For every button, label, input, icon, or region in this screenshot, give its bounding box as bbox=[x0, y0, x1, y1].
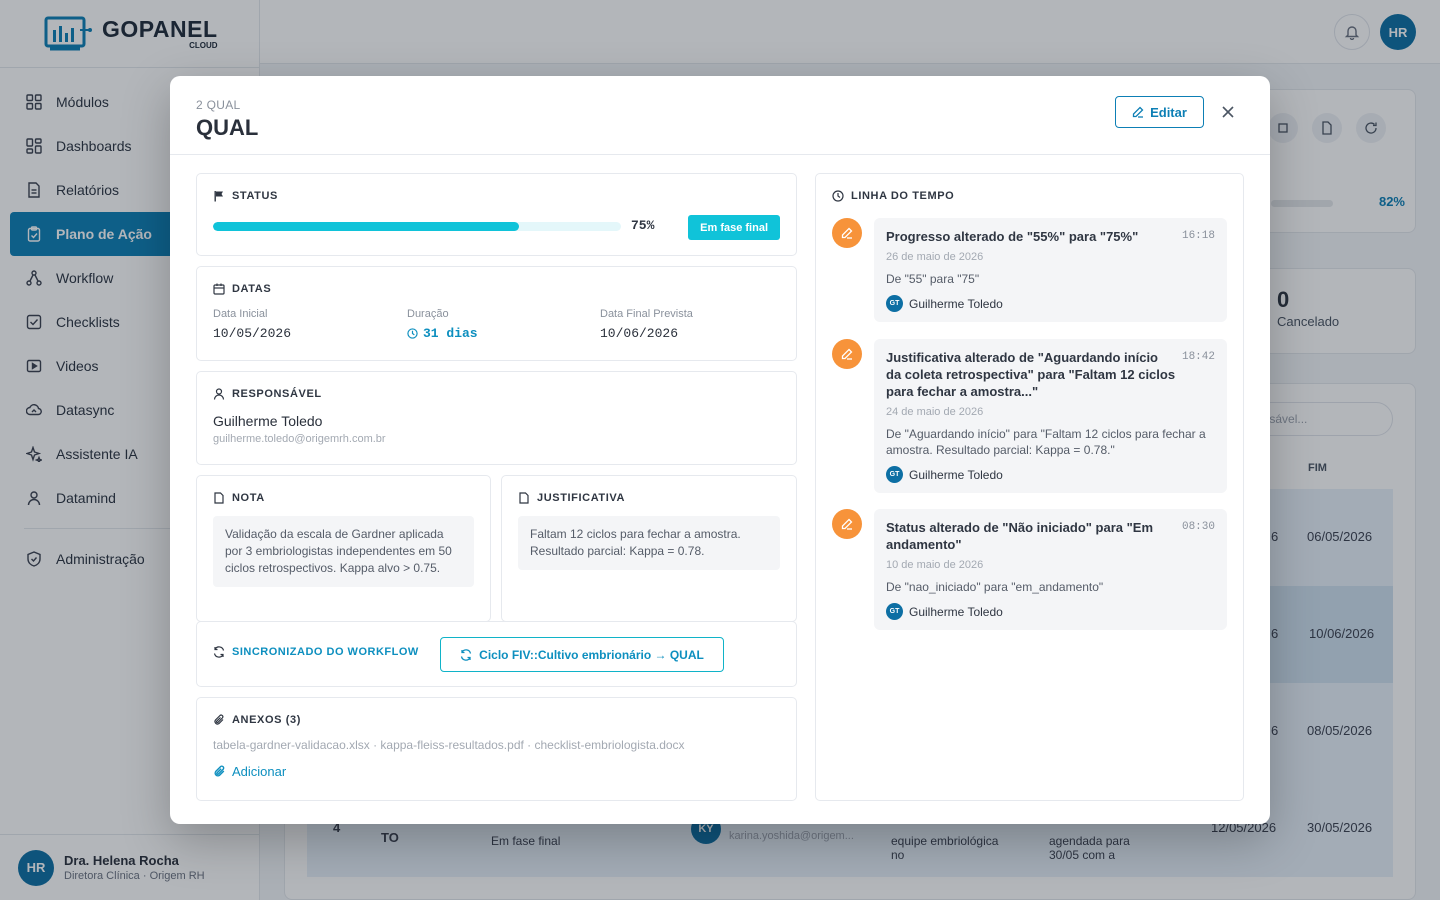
timeline-user: GT Guilherme Toledo bbox=[886, 603, 1215, 620]
responsible-email: guilherme.toledo@origemrh.com.br bbox=[213, 433, 386, 445]
close-button[interactable] bbox=[1218, 102, 1238, 122]
timeline-date: 24 de maio de 2026 bbox=[886, 406, 984, 418]
status-badge: Em fase final bbox=[688, 215, 780, 240]
timeline-entry-box: Progresso alterado de "55%" para "75%" 1… bbox=[874, 218, 1227, 322]
add-attachment-link[interactable]: Adicionar bbox=[213, 764, 780, 779]
responsible-name: Guilherme Toledo bbox=[213, 413, 323, 429]
timeline-label: LINHA DO TEMPO bbox=[851, 190, 955, 202]
timeline-entry-box: Justificativa alterado de "Aguardando in… bbox=[874, 339, 1227, 493]
modal-title: QUAL bbox=[196, 115, 259, 140]
pencil-icon bbox=[1132, 106, 1144, 118]
attachments-heading: ANEXOS (3) bbox=[213, 714, 780, 726]
status-progress-pct: 75% bbox=[631, 218, 655, 233]
paperclip-icon bbox=[214, 765, 225, 777]
note-heading: NOTA bbox=[213, 492, 474, 504]
edit-label: Editar bbox=[1150, 104, 1187, 120]
status-progress-bar bbox=[213, 222, 621, 231]
calendar-icon bbox=[213, 283, 225, 295]
clock-icon bbox=[407, 328, 418, 339]
duration-text: 31 dias bbox=[423, 326, 478, 341]
edit-event-icon bbox=[832, 509, 862, 539]
duration-label: Duração bbox=[407, 308, 449, 320]
timeline-heading: LINHA DO TEMPO bbox=[832, 190, 954, 202]
timeline-user-name: Guilherme Toledo bbox=[909, 604, 1003, 619]
attachments-list[interactable]: tabela-gardner-validacao.xlsx · kappa-fl… bbox=[213, 738, 780, 752]
timeline-desc: De "55" para "75" bbox=[886, 272, 980, 286]
dates-heading: DATAS bbox=[213, 283, 271, 295]
action-detail-modal: 2 QUAL QUAL Editar STATUS 75% Em fase fi… bbox=[170, 76, 1270, 824]
timeline-title: Justificativa alterado de "Aguardando in… bbox=[886, 350, 1176, 399]
add-attachment-label: Adicionar bbox=[232, 764, 287, 779]
note-card: NOTA Validação da escala de Gardner apli… bbox=[196, 475, 491, 622]
sync-label: SINCRONIZADO DO WORKFLOW bbox=[232, 646, 419, 658]
timeline-desc: De "Aguardando início" para "Faltam 12 c… bbox=[886, 427, 1206, 457]
justification-label: JUSTIFICATIVA bbox=[537, 492, 626, 504]
timeline-user-name: Guilherme Toledo bbox=[909, 296, 1003, 311]
responsible-label: RESPONSÁVEL bbox=[232, 388, 322, 400]
status-card: STATUS 75% Em fase final bbox=[196, 173, 797, 256]
timeline-entry-box: Status alterado de "Não iniciado" para "… bbox=[874, 509, 1227, 630]
timeline-date: 10 de maio de 2026 bbox=[886, 559, 984, 571]
sync-icon bbox=[461, 648, 472, 661]
justification-heading: JUSTIFICATIVA bbox=[518, 492, 780, 504]
user-icon bbox=[213, 388, 225, 400]
responsible-card: RESPONSÁVEL Guilherme Toledo guilherme.t… bbox=[196, 371, 797, 465]
dates-label: DATAS bbox=[232, 283, 272, 295]
start-date-value: 10/05/2026 bbox=[213, 326, 292, 341]
workflow-link-label: Ciclo FIV::Cultivo embrionário → QUAL bbox=[479, 647, 704, 662]
paperclip-icon bbox=[214, 714, 224, 725]
attachments-label: ANEXOS (3) bbox=[232, 714, 301, 726]
flag-icon bbox=[214, 191, 223, 202]
timeline-title: Progresso alterado de "55%" para "75%" bbox=[886, 229, 1139, 244]
responsible-heading: RESPONSÁVEL bbox=[213, 388, 780, 400]
workflow-link-button[interactable]: Ciclo FIV::Cultivo embrionário → QUAL bbox=[440, 637, 724, 672]
timeline-user: GT Guilherme Toledo bbox=[886, 295, 1215, 312]
end-date: Data Final Prevista 10/06/2026 bbox=[600, 308, 693, 341]
status-progress-fill bbox=[213, 222, 519, 231]
document-icon bbox=[519, 492, 529, 504]
timeline-date: 26 de maio de 2026 bbox=[886, 251, 984, 263]
close-icon bbox=[1222, 106, 1234, 118]
attachments-card: ANEXOS (3) tabela-gardner-validacao.xlsx… bbox=[196, 697, 797, 801]
note-label: NOTA bbox=[232, 492, 265, 504]
timeline-card: LINHA DO TEMPO Progresso alterado de "55… bbox=[815, 173, 1244, 801]
clock-icon bbox=[832, 190, 844, 202]
edit-event-icon bbox=[832, 218, 862, 248]
edit-event-icon bbox=[832, 339, 862, 369]
timeline-time: 18:42 bbox=[1181, 351, 1215, 363]
sync-icon bbox=[213, 646, 225, 658]
sync-heading: SINCRONIZADO DO WORKFLOW bbox=[213, 646, 419, 658]
justification-card: JUSTIFICATIVA Faltam 12 ciclos para fech… bbox=[501, 475, 797, 622]
status-label: STATUS bbox=[232, 190, 278, 202]
user-avatar: GT bbox=[886, 603, 903, 620]
start-date-label: Data Inicial bbox=[213, 308, 268, 320]
timeline-desc: De "nao_iniciado" para "em_andamento" bbox=[886, 580, 1104, 594]
dates-card: DATAS Data Inicial 10/05/2026 Duração 31… bbox=[196, 266, 797, 361]
edit-button[interactable]: Editar bbox=[1115, 96, 1204, 128]
end-date-value: 10/06/2026 bbox=[600, 326, 679, 341]
duration-value: 31 dias bbox=[407, 326, 478, 341]
duration: Duração 31 dias bbox=[407, 308, 478, 341]
user-avatar: GT bbox=[886, 466, 903, 483]
timeline-user: GT Guilherme Toledo bbox=[886, 466, 1215, 483]
status-heading: STATUS bbox=[213, 190, 278, 202]
modal-kicker: 2 QUAL bbox=[196, 98, 241, 112]
timeline-user-name: Guilherme Toledo bbox=[909, 467, 1003, 482]
justification-text: Faltam 12 ciclos para fechar a amostra. … bbox=[518, 516, 780, 570]
timeline-time: 16:18 bbox=[1181, 230, 1215, 242]
timeline-time: 08:30 bbox=[1181, 521, 1215, 533]
start-date: Data Inicial 10/05/2026 bbox=[213, 308, 291, 341]
modal-header: 2 QUAL QUAL Editar bbox=[170, 76, 1270, 155]
user-avatar: GT bbox=[886, 295, 903, 312]
note-text: Validação da escala de Gardner aplicada … bbox=[213, 516, 474, 587]
end-date-label: Data Final Prevista bbox=[600, 308, 693, 320]
sync-card: SINCRONIZADO DO WORKFLOW Ciclo FIV::Cult… bbox=[196, 621, 797, 687]
timeline-title: Status alterado de "Não iniciado" para "… bbox=[886, 520, 1154, 552]
document-icon bbox=[214, 492, 224, 504]
